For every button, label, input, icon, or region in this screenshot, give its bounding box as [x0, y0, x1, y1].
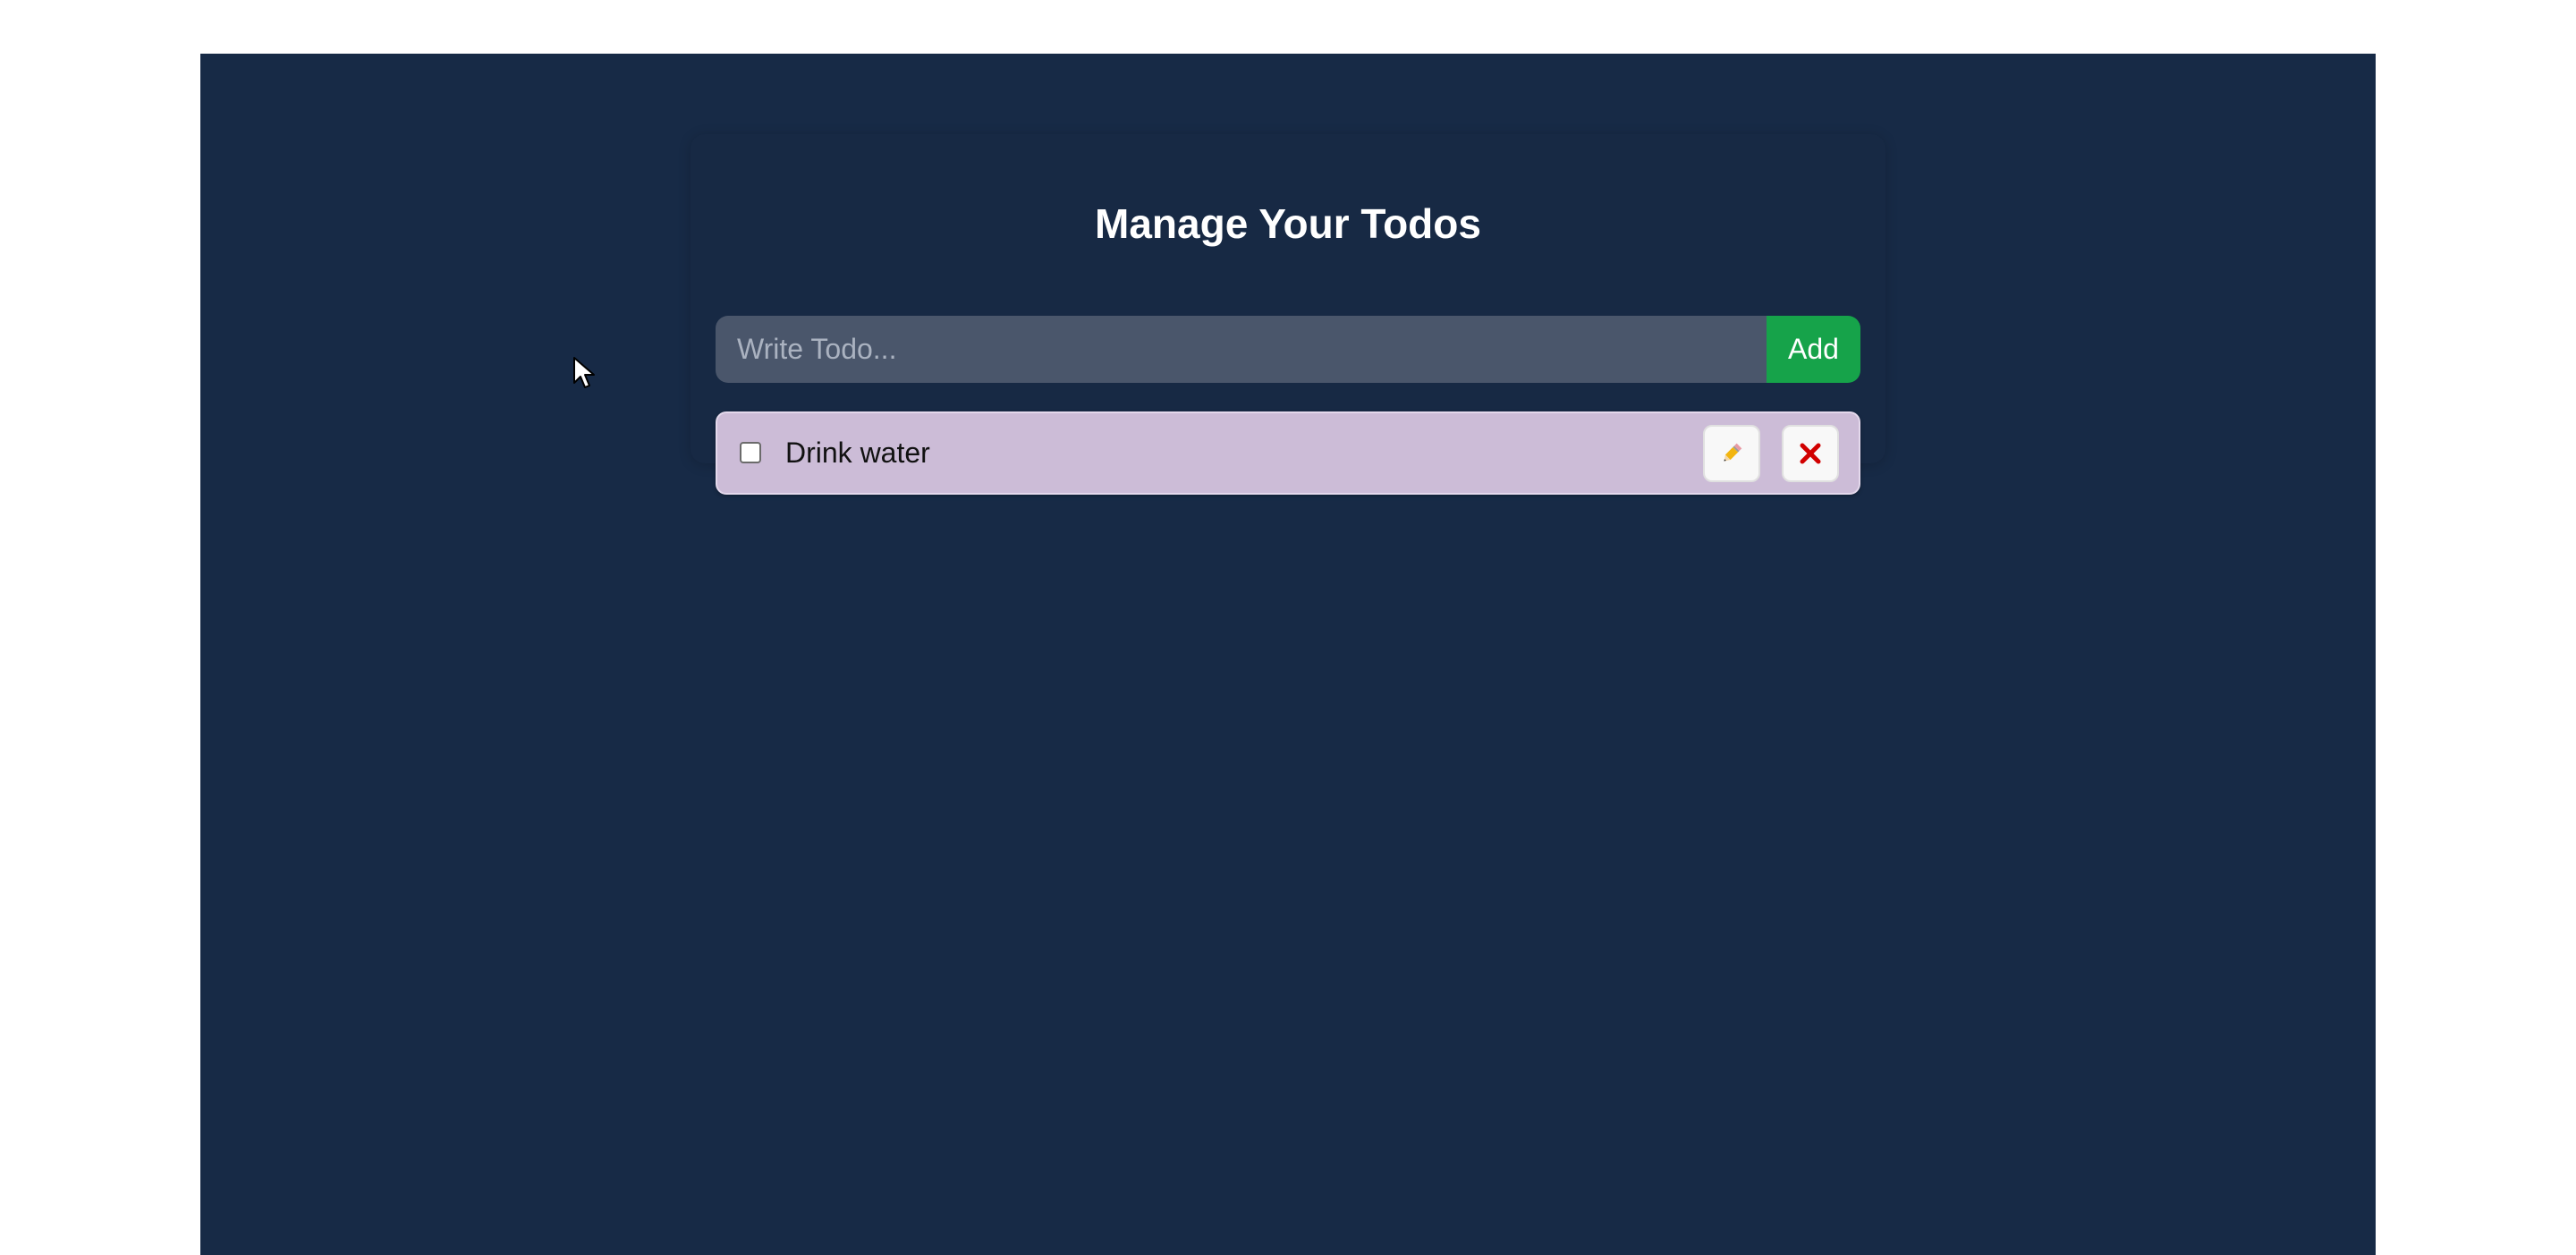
mouse-cursor-icon	[573, 357, 595, 388]
todo-form: Add	[716, 316, 1860, 383]
todo-card: Manage Your Todos Add Drink water	[691, 134, 1885, 495]
close-icon	[1800, 443, 1821, 464]
pencil-icon	[1724, 443, 1742, 462]
todo-input[interactable]	[716, 316, 1767, 383]
todo-text: Drink water	[785, 437, 930, 469]
edit-button[interactable]	[1703, 425, 1760, 482]
todo-item: Drink water	[716, 411, 1860, 495]
delete-button[interactable]	[1782, 425, 1839, 482]
add-button[interactable]: Add	[1767, 316, 1860, 383]
app-window: Manage Your Todos Add Drink water	[200, 54, 2376, 1255]
todo-checkbox[interactable]	[740, 442, 761, 463]
page-title: Manage Your Todos	[1095, 200, 1481, 247]
